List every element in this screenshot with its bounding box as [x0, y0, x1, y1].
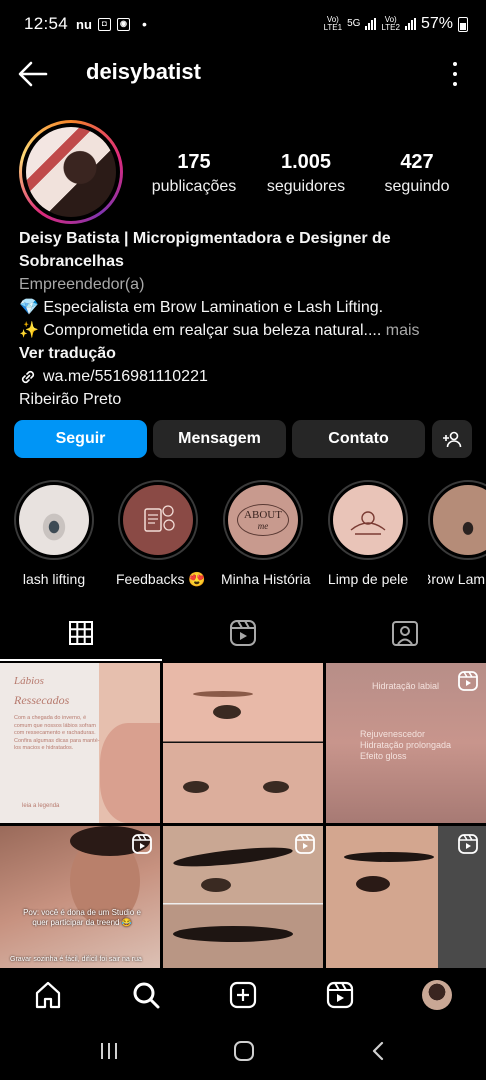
highlight-cover: [333, 485, 403, 555]
translate-link[interactable]: Ver tradução: [19, 342, 474, 365]
profile-tabs: [0, 605, 486, 661]
profile-stats: 175 publicações 1.005 seguidores 427 seg…: [140, 150, 470, 200]
add-user-button[interactable]: [432, 420, 472, 458]
profile-username: deisybatist: [86, 59, 201, 84]
battery-icon: [458, 16, 468, 32]
profile-bio: Deisy Batista | Micropigmentadora e Desi…: [19, 227, 474, 411]
highlight-cover: [19, 485, 89, 555]
display-name: Deisy Batista | Micropigmentadora e Desi…: [19, 230, 391, 247]
post-thumbnail[interactable]: Pov: você é dona de um Studio e quer par…: [0, 826, 160, 986]
create-post-icon[interactable]: [228, 980, 258, 1010]
reels-nav-icon[interactable]: [325, 980, 355, 1010]
location-label: Ribeirão Preto: [19, 391, 122, 408]
reels-icon: [230, 620, 256, 646]
reel-indicator-icon: [458, 671, 478, 691]
battery-percent: 57%: [420, 15, 453, 32]
profile-avatar[interactable]: [19, 120, 123, 224]
highlight-cover: [123, 485, 193, 555]
highlight-feedbacks[interactable]: Feedbacks 😍: [116, 480, 206, 588]
tab-reels[interactable]: [162, 605, 324, 661]
status-bar: 12:54 nu ◘ ◉ • Vo) LTE1 5G Vo) LTE2 57%: [0, 0, 486, 48]
contact-button[interactable]: Contato: [292, 420, 425, 458]
home-icon[interactable]: [33, 980, 63, 1010]
back-button-icon[interactable]: [368, 1040, 390, 1062]
reel-indicator-icon: [458, 834, 478, 854]
tab-posts-grid[interactable]: [0, 605, 162, 661]
avatar: [26, 127, 116, 217]
stat-following[interactable]: 427 seguindo: [378, 150, 456, 200]
system-navigation-bar: [0, 1024, 486, 1080]
arrow-left-icon[interactable]: [18, 60, 48, 88]
bottom-navigation: [0, 968, 486, 1024]
post-thumbnail[interactable]: Lábios Ressecados Com a chegada do inver…: [0, 663, 160, 823]
post-thumbnail[interactable]: [163, 663, 323, 823]
display-name-cont: Sobrancelhas: [19, 253, 124, 270]
highlight-cover: [433, 485, 486, 555]
post-grid: Lábios Ressecados Com a chegada do inver…: [0, 663, 486, 986]
reel-indicator-icon: [295, 834, 315, 854]
reel-indicator-icon: [132, 834, 152, 854]
category-label: Empreendedor(a): [19, 276, 145, 293]
app-notification-icon-2: ◉: [116, 17, 130, 31]
highlight-limp-de-pele[interactable]: Limp de pele: [326, 480, 410, 587]
more-notifications-icon: •: [141, 16, 147, 32]
grid-icon: [69, 621, 93, 645]
network-type-icon: 5G: [347, 18, 361, 29]
tagged-icon: [392, 621, 418, 646]
post-thumbnail[interactable]: [163, 826, 323, 986]
bio-link[interactable]: wa.me/5516981110221: [19, 365, 474, 388]
sim2-icon: Vo) LTE2: [381, 15, 400, 32]
clock: 12:54: [24, 14, 69, 33]
highlight-inner-sub: me: [257, 521, 269, 531]
search-icon[interactable]: [131, 980, 161, 1010]
sim1-icon: Vo) LTE1: [323, 15, 343, 32]
feedback-icon: [144, 505, 175, 532]
follow-button[interactable]: Seguir: [14, 420, 147, 458]
tab-tagged[interactable]: [324, 605, 486, 661]
profile-header: deisybatist: [0, 50, 486, 98]
more-link[interactable]: mais: [381, 322, 420, 339]
highlight-cover: ABOUT me: [228, 485, 298, 555]
highlight-inner-text: ABOUT: [244, 509, 282, 521]
more-vertical-icon[interactable]: [452, 62, 458, 86]
recent-apps-icon[interactable]: [98, 1040, 120, 1062]
profile-avatar-nav-icon[interactable]: [422, 980, 452, 1010]
signal-icon-2: [404, 18, 416, 30]
stat-followers[interactable]: 1.005 seguidores: [260, 150, 352, 200]
highlight-brow-lamination[interactable]: Brow Lam: [428, 480, 486, 587]
signal-icon-1: [365, 18, 377, 30]
message-button[interactable]: Mensagem: [153, 420, 286, 458]
bio-line-2: ✨ Comprometida em realçar sua beleza nat…: [19, 322, 420, 339]
home-button-icon[interactable]: [233, 1040, 255, 1062]
highlight-lash-lifting[interactable]: lash lifting: [12, 480, 96, 587]
stat-posts[interactable]: 175 publicações: [148, 150, 240, 200]
link-icon: [21, 370, 35, 383]
add-user-icon: [443, 431, 462, 448]
post-thumbnail[interactable]: Hidratação labial Rejuvenescedor Hidrata…: [326, 663, 486, 823]
bio-line: 💎 Especialista em Brow Lamination e Lash…: [19, 299, 384, 316]
app-notification-icon: ◘: [97, 17, 111, 31]
notification-icon: nu: [76, 16, 92, 32]
post-thumbnail[interactable]: [326, 826, 486, 986]
skincare-icon: [350, 511, 386, 535]
highlight-minha-historia[interactable]: ABOUT me Minha História: [221, 480, 310, 587]
